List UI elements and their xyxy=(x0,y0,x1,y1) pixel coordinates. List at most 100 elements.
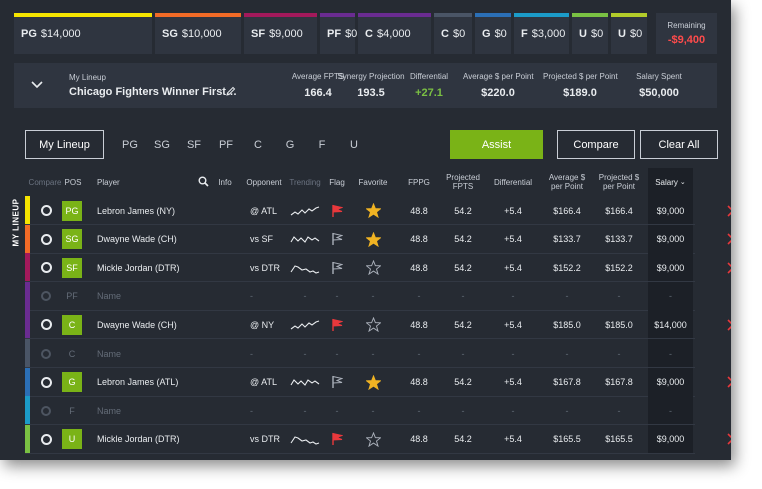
col-proj-per-point[interactable]: Projected $ per Point xyxy=(597,168,641,196)
col-opponent[interactable]: Opponent xyxy=(244,168,284,196)
favorite-cell[interactable] xyxy=(357,425,389,454)
close-icon[interactable] xyxy=(727,233,731,245)
col-fppg[interactable]: FPPG xyxy=(403,168,435,196)
table-row[interactable]: F Name - - - - - - - - - - xyxy=(25,396,695,426)
table-row[interactable]: PF Name - - - - - - - - - - xyxy=(25,281,695,311)
salary-slot[interactable]: G $0 xyxy=(475,13,511,54)
compare-radio[interactable] xyxy=(40,376,52,388)
salary-slot[interactable]: PG $14,000 xyxy=(14,13,152,54)
table-row[interactable]: C Name - - - - - - - - - - xyxy=(25,339,695,368)
flag-cell[interactable] xyxy=(325,253,349,282)
compare-radio[interactable] xyxy=(41,348,51,359)
search-icon[interactable] xyxy=(198,176,209,187)
flag-cell[interactable] xyxy=(325,368,349,397)
flag-outline-icon[interactable] xyxy=(331,375,343,389)
compare-cell[interactable] xyxy=(36,425,56,454)
flag-outline-icon[interactable] xyxy=(331,232,343,246)
remove-player-button[interactable] xyxy=(726,425,731,454)
favorite-cell[interactable] xyxy=(357,310,389,339)
compare-cell[interactable] xyxy=(36,310,56,339)
tab-position[interactable]: SG xyxy=(146,139,178,151)
flag-filled-icon[interactable] xyxy=(331,204,343,218)
compare-radio[interactable] xyxy=(40,205,52,216)
compare-cell[interactable] xyxy=(36,368,56,397)
compare-radio[interactable] xyxy=(40,262,52,274)
close-icon[interactable] xyxy=(727,376,731,388)
compare-radio[interactable] xyxy=(40,233,52,245)
flag-outline-icon[interactable] xyxy=(331,261,343,275)
tab-position[interactable]: PG xyxy=(114,139,146,151)
close-icon[interactable] xyxy=(727,433,731,445)
tab-position[interactable]: F xyxy=(306,139,338,151)
table-row[interactable]: C Dwayne Wade (CH) @ NY 48.8 54.2 +5.4 $185.0 $… xyxy=(25,310,731,340)
clear-all-button[interactable]: Clear All xyxy=(640,130,718,159)
col-pos[interactable]: POS xyxy=(62,168,84,196)
salary-slot[interactable]: U $0 xyxy=(611,13,647,54)
compare-cell[interactable] xyxy=(36,225,56,254)
salary-slot[interactable]: SF $9,000 xyxy=(244,13,317,54)
remove-player-button[interactable] xyxy=(726,368,731,397)
compare-cell[interactable] xyxy=(36,396,56,425)
remove-player-button[interactable] xyxy=(726,196,731,225)
flag-cell[interactable] xyxy=(325,310,349,339)
col-avg-per-point[interactable]: Average $ per Point xyxy=(547,168,587,196)
col-differential[interactable]: Differential xyxy=(491,168,535,196)
close-icon[interactable] xyxy=(727,262,731,274)
compare-radio[interactable] xyxy=(41,405,51,416)
star-filled-icon[interactable] xyxy=(365,374,381,390)
col-flag[interactable]: Flag xyxy=(325,168,349,196)
salary-slot[interactable]: SG $10,000 xyxy=(155,13,241,54)
col-salary[interactable]: Salary ⌄ xyxy=(648,168,693,196)
salary-slot[interactable]: C $4,000 xyxy=(358,13,431,54)
compare-radio[interactable] xyxy=(40,319,52,331)
player-name[interactable]: Mickle Jordan (DTR) xyxy=(97,425,217,454)
player-name[interactable]: Mickle Jordan (DTR) xyxy=(97,253,217,282)
salary-slot[interactable]: PF $0 xyxy=(320,13,357,54)
tab-position[interactable]: PF xyxy=(210,139,242,151)
compare-radio[interactable] xyxy=(40,433,52,445)
col-player[interactable]: Player xyxy=(97,168,157,196)
compare-cell[interactable] xyxy=(36,282,56,311)
remove-player-button[interactable] xyxy=(726,225,731,254)
star-outline-icon[interactable] xyxy=(365,260,381,276)
table-row[interactable]: G Lebron James (ATL) @ ATL 48.8 54.2 +5.4 $167… xyxy=(25,367,731,397)
tab-position[interactable]: SF xyxy=(178,139,210,151)
star-filled-icon[interactable] xyxy=(365,231,381,247)
tab-position[interactable]: U xyxy=(338,139,370,151)
player-name[interactable]: Lebron James (NY) xyxy=(97,196,217,225)
compare-button[interactable]: Compare xyxy=(557,130,635,159)
favorite-cell[interactable] xyxy=(357,196,389,225)
table-row[interactable]: SF Mickle Jordan (DTR) vs DTR 48.8 54.2 +5.4 $… xyxy=(25,253,731,283)
chevron-down-icon[interactable] xyxy=(30,77,44,91)
col-projected-fpts[interactable]: Projected FPTS xyxy=(443,168,483,196)
close-icon[interactable] xyxy=(727,204,731,217)
player-name[interactable]: Dwayne Wade (CH) xyxy=(97,225,217,254)
table-row[interactable]: SG Dwayne Wade (CH) vs SF 48.8 54.2 +5.4 $133.… xyxy=(25,224,731,254)
flag-cell[interactable] xyxy=(325,225,349,254)
tab-position[interactable]: G xyxy=(274,139,306,151)
salary-slot[interactable]: U $0 xyxy=(572,13,608,54)
tab-position[interactable]: C xyxy=(242,139,274,151)
pencil-icon[interactable] xyxy=(226,86,236,96)
player-name[interactable]: Dwayne Wade (CH) xyxy=(97,310,217,339)
remove-player-button[interactable] xyxy=(726,310,731,339)
flag-cell[interactable] xyxy=(325,425,349,454)
player-name[interactable]: Lebron James (ATL) xyxy=(97,368,217,397)
star-outline-icon[interactable] xyxy=(365,317,381,333)
favorite-cell[interactable] xyxy=(357,253,389,282)
compare-cell[interactable] xyxy=(36,339,56,368)
salary-slot[interactable]: C $0 xyxy=(434,13,472,54)
star-filled-icon[interactable] xyxy=(365,203,381,218)
salary-slot[interactable]: F $3,000 xyxy=(514,13,569,54)
favorite-cell[interactable] xyxy=(357,225,389,254)
table-row[interactable]: PG Lebron James (NY) @ ATL 48.8 54.2 +5.4 $166… xyxy=(25,196,731,225)
flag-cell[interactable] xyxy=(325,196,349,225)
flag-filled-icon[interactable] xyxy=(331,432,343,446)
close-icon[interactable] xyxy=(727,319,731,331)
flag-filled-icon[interactable] xyxy=(331,318,343,332)
tab-my-lineup[interactable]: My Lineup xyxy=(25,130,104,159)
assist-button[interactable]: Assist xyxy=(450,130,543,159)
remove-player-button[interactable] xyxy=(726,253,731,282)
col-favorite[interactable]: Favorite xyxy=(357,168,389,196)
compare-cell[interactable] xyxy=(36,253,56,282)
